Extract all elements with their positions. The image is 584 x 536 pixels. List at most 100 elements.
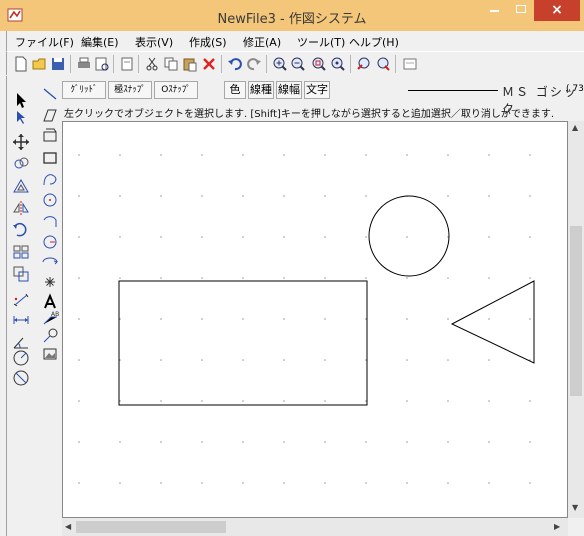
balloon-icon[interactable]	[40, 326, 60, 346]
copy-icon[interactable]	[162, 55, 180, 73]
print-preview-icon[interactable]	[93, 55, 111, 73]
grid-dot	[160, 400, 162, 402]
rotate-icon[interactable]	[11, 154, 31, 174]
drawn-circle[interactable]	[368, 195, 450, 277]
menu-file[interactable]: ファイル(F)	[15, 34, 74, 50]
zoom-fit-icon[interactable]	[329, 55, 347, 73]
circle-icon[interactable]	[40, 190, 60, 210]
grid-dot	[160, 236, 162, 238]
trim-icon[interactable]	[11, 220, 31, 240]
select-point-icon[interactable]	[11, 108, 31, 128]
print-icon[interactable]	[75, 55, 93, 73]
grid-dot	[324, 400, 326, 402]
vertical-scroll-thumb[interactable]	[570, 226, 582, 396]
title-bar[interactable]: NewFile3 - 作図システム ×	[0, 0, 584, 31]
grid-dot	[365, 154, 367, 156]
leader-icon[interactable]: AB	[40, 308, 60, 328]
grid-button[interactable]: ｸﾞﾘｯﾄﾞ	[62, 81, 106, 99]
close-button[interactable]: ×	[534, 0, 580, 21]
text-style-button[interactable]: 文字	[304, 81, 330, 99]
rectangle-icon[interactable]	[40, 148, 60, 168]
zoom-in-icon[interactable]	[271, 55, 289, 73]
menu-tools[interactable]: ツール(T)	[297, 34, 345, 50]
menu-create[interactable]: 作成(S)	[189, 34, 227, 50]
color-button[interactable]: 色	[224, 81, 246, 99]
image-icon[interactable]	[40, 344, 60, 364]
horizontal-scrollbar[interactable]: ◀ ▶	[62, 518, 568, 536]
undo-icon[interactable]	[226, 55, 244, 73]
paste-icon[interactable]	[181, 55, 199, 73]
grid-dot	[160, 318, 162, 320]
polyline-icon[interactable]	[40, 106, 60, 126]
curve-icon[interactable]	[40, 170, 60, 190]
dim-diameter-icon[interactable]	[11, 368, 31, 388]
grid-dot	[447, 277, 449, 279]
toolbar-separator	[138, 55, 139, 73]
page-setup-icon[interactable]	[118, 55, 136, 73]
line-icon[interactable]	[40, 84, 60, 104]
zoom-prev-icon[interactable]	[355, 55, 373, 73]
line-width-button[interactable]: 線幅	[276, 81, 302, 99]
drawing-canvas[interactable]	[62, 121, 568, 518]
zoom-next-icon[interactable]	[374, 55, 392, 73]
grid-dot	[283, 400, 285, 402]
array-icon[interactable]	[11, 242, 31, 262]
grid-dot	[119, 277, 121, 279]
new-file-icon[interactable]	[12, 55, 30, 73]
grid-dot	[447, 195, 449, 197]
maximize-button[interactable]	[508, 0, 534, 21]
horizontal-scroll-thumb[interactable]	[76, 521, 226, 533]
drawn-rectangle[interactable]	[118, 280, 368, 406]
mirror-icon[interactable]	[11, 198, 31, 218]
grid-dot	[406, 236, 408, 238]
menu-view[interactable]: 表示(V)	[135, 34, 173, 50]
delete-icon[interactable]	[200, 55, 218, 73]
menu-help[interactable]: ヘルプ(H)	[349, 34, 399, 50]
arc-icon[interactable]	[40, 212, 60, 232]
canvas-svg[interactable]	[63, 122, 567, 517]
scroll-down-icon[interactable]: ▼	[572, 503, 578, 512]
scroll-right-icon[interactable]: ▶	[554, 522, 560, 531]
menu-modify[interactable]: 修正(A)	[243, 34, 281, 50]
properties-icon[interactable]	[401, 55, 419, 73]
line-type-button[interactable]: 線種	[248, 81, 274, 99]
ellipse-arc-icon[interactable]	[40, 252, 60, 272]
move-icon[interactable]	[11, 132, 31, 152]
grid-dot	[283, 359, 285, 361]
select-arrow-icon[interactable]	[11, 90, 31, 110]
cut-icon[interactable]	[143, 55, 161, 73]
grid-dot	[160, 195, 162, 197]
minimize-icon	[490, 10, 499, 12]
osnap-button[interactable]: Oｽﾅｯﾌﾟ	[154, 81, 198, 99]
grid-dot	[78, 441, 80, 443]
zoom-out-icon[interactable]	[289, 55, 307, 73]
point-icon[interactable]	[40, 272, 60, 292]
grid-dot	[78, 236, 80, 238]
circle-center-icon[interactable]	[40, 232, 60, 252]
dim-aligned-icon[interactable]	[11, 310, 31, 330]
open-folder-icon[interactable]	[31, 55, 49, 73]
grid-dot	[488, 400, 490, 402]
polygon-icon[interactable]	[40, 126, 60, 146]
drawn-triangle[interactable]	[450, 280, 535, 364]
scroll-up-icon[interactable]: ▲	[572, 123, 578, 132]
dim-linear-icon[interactable]	[11, 290, 31, 310]
offset-icon[interactable]	[11, 264, 31, 284]
grid-dot	[324, 318, 326, 320]
grid-dot	[365, 441, 367, 443]
grid-dot	[447, 359, 449, 361]
dim-radius-icon[interactable]	[11, 348, 31, 368]
line-style-sample[interactable]	[408, 90, 498, 91]
minimize-button[interactable]	[480, 0, 508, 21]
zoom-window-icon[interactable]	[310, 55, 328, 73]
save-icon[interactable]	[49, 55, 67, 73]
menu-edit[interactable]: 編集(E)	[81, 34, 119, 50]
vertical-scrollbar[interactable]: ▲ ▼	[568, 121, 584, 518]
grid-dot	[78, 195, 80, 197]
redo-icon[interactable]	[245, 55, 263, 73]
scroll-left-icon[interactable]: ◀	[65, 522, 71, 531]
scale-icon[interactable]	[11, 176, 31, 196]
grid-dot	[324, 482, 326, 484]
grid-dot	[447, 400, 449, 402]
polar-snap-button[interactable]: 極ｽﾅｯﾌﾟ	[108, 81, 152, 99]
